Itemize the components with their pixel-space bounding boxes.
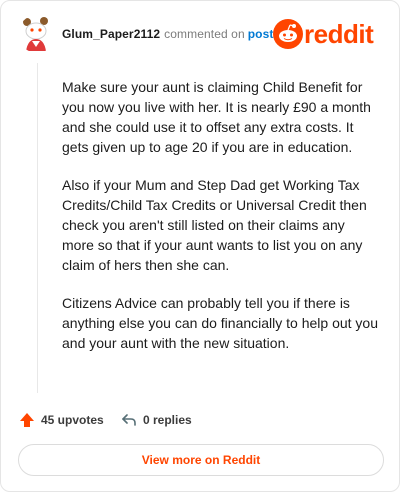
action-text: commented on [164, 27, 245, 41]
snoo-avatar-icon [19, 16, 55, 52]
comment-paragraph: Make sure your aunt is claiming Child Be… [62, 79, 371, 155]
comment-card: Glum_Paper2112 commented on post reddit Ma… [0, 0, 400, 492]
comment-paragraph: Also if your Mum and Step Dad get Workin… [62, 177, 367, 273]
post-link[interactable]: post [248, 27, 274, 41]
reddit-logo-icon [273, 19, 303, 49]
thread-line [37, 63, 38, 393]
comment-paragraph: Citizens Advice can probably tell you if… [62, 295, 378, 351]
view-more-button[interactable]: View more on Reddit [18, 444, 384, 476]
username-link[interactable]: Glum_Paper2112 [62, 27, 160, 41]
replies-count: 0 replies [143, 413, 192, 427]
reddit-logo[interactable]: reddit [273, 17, 385, 49]
replies-button[interactable]: 0 replies [121, 409, 192, 431]
comment-body: Make sure your aunt is claiming Child Be… [62, 77, 380, 371]
upvotes-count: 45 upvotes [41, 413, 104, 427]
comment-header: Glum_Paper2112 commented on post reddit [18, 15, 385, 55]
reply-arrow-icon [122, 414, 136, 426]
upvote-button[interactable]: 45 upvotes [19, 409, 104, 431]
upvote-arrow-icon [20, 413, 34, 427]
user-avatar[interactable] [18, 15, 56, 53]
reddit-wordmark: reddit [304, 19, 374, 49]
comment-meta: Glum_Paper2112 commented on post [62, 27, 273, 41]
